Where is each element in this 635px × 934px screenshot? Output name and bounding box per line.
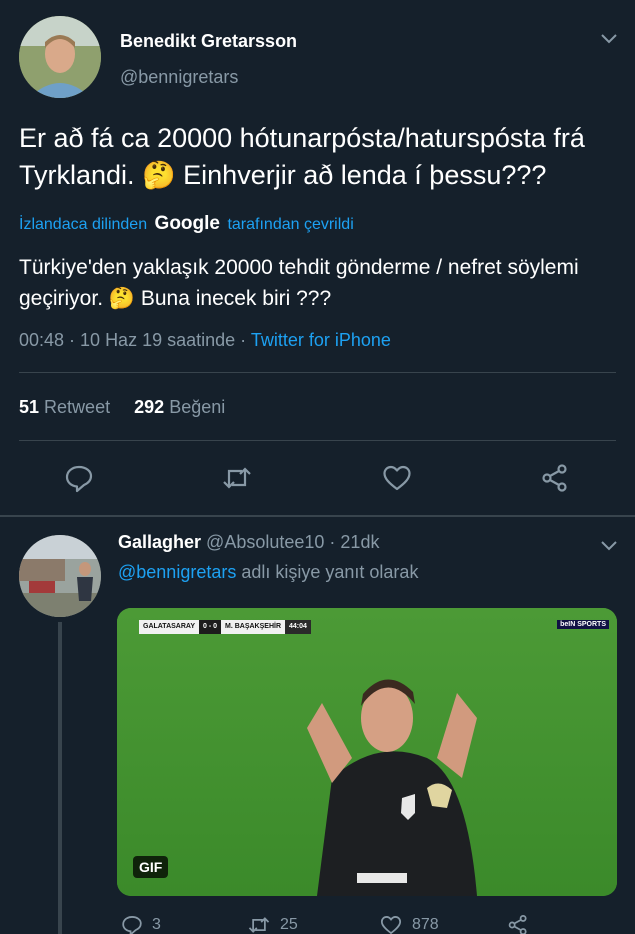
avatar[interactable] xyxy=(19,16,101,98)
tweet-stats: 51 Retweet 292 Beğeni xyxy=(19,397,225,418)
retweet-count: 25 xyxy=(280,916,298,933)
divider xyxy=(19,440,616,441)
reply-author-name[interactable]: Gallagher xyxy=(118,532,201,552)
mention-link[interactable]: @bennigretars xyxy=(118,562,236,582)
gif-media[interactable]: GALATASARAY 0 - 0 M. BAŞAKŞEHİR 44:04 be… xyxy=(117,608,617,896)
divider xyxy=(19,372,616,373)
like-action[interactable]: 878 xyxy=(378,914,439,934)
tweet-meta: 00:48 · 10 Haz 19 saatinde · Twitter for… xyxy=(19,330,391,351)
replying-to: @bennigretars adlı kişiye yanıt olarak xyxy=(118,562,418,583)
like-label[interactable]: Beğeni xyxy=(169,397,225,417)
reply-header: Gallagher @Absolutee10 · 21dk xyxy=(118,532,379,553)
source-link[interactable]: Twitter for iPhone xyxy=(251,330,391,350)
reply-count: 3 xyxy=(152,916,161,933)
heart-icon[interactable] xyxy=(378,914,404,934)
reply-avatar[interactable] xyxy=(19,535,101,617)
author-handle[interactable]: @bennigretars xyxy=(120,67,238,88)
replying-to-label: adlı kişiye yanıt olarak xyxy=(241,562,419,582)
channel-logo: beIN SPORTS xyxy=(557,620,609,629)
heart-icon[interactable] xyxy=(382,463,412,493)
like-count: 878 xyxy=(412,916,439,933)
tweet-separator xyxy=(0,515,635,517)
gif-scoreboard: GALATASARAY 0 - 0 M. BAŞAKŞEHİR 44:04 xyxy=(139,620,311,634)
tweet-text: Er að fá ca 20000 hótunarpósta/haturspós… xyxy=(19,123,585,190)
match-score: 0 - 0 xyxy=(198,620,221,634)
gif-badge: GIF xyxy=(133,856,169,878)
author-name[interactable]: Benedikt Gretarsson xyxy=(120,31,297,52)
translation-attribution[interactable]: İzlandaca dilinden Google tarafından çev… xyxy=(19,213,354,235)
google-logo: Google xyxy=(154,213,220,234)
share-icon[interactable] xyxy=(540,463,570,493)
like-count[interactable]: 292 xyxy=(134,397,164,417)
retweet-icon[interactable] xyxy=(246,914,272,934)
match-clock: 44:04 xyxy=(285,620,311,634)
reply-author-handle[interactable]: @Absolutee10 xyxy=(206,532,324,552)
home-team: GALATASARAY xyxy=(139,620,199,634)
reply-icon[interactable] xyxy=(120,914,144,934)
reply-action[interactable]: 3 xyxy=(120,914,161,934)
retweet-label[interactable]: Retweet xyxy=(44,397,110,417)
share-icon[interactable] xyxy=(506,914,530,934)
retweet-action[interactable]: 25 xyxy=(246,914,298,934)
chevron-down-icon[interactable] xyxy=(599,28,619,48)
share-action[interactable] xyxy=(506,914,530,934)
timestamp: 00:48 · 10 Haz 19 saatinde · xyxy=(19,330,251,350)
translation-suffix: tarafından çevrildi xyxy=(227,216,354,233)
reply-time: · 21dk xyxy=(329,532,380,552)
translated-text: Türkiye'den yaklaşık 20000 tehdit gönder… xyxy=(19,256,579,310)
away-team: M. BAŞAKŞEHİR xyxy=(221,620,286,634)
retweet-count[interactable]: 51 xyxy=(19,397,39,417)
chevron-down-icon[interactable] xyxy=(599,535,619,555)
retweet-icon[interactable] xyxy=(222,463,252,493)
thread-line xyxy=(58,622,62,934)
reply-actions: 3 25 878 xyxy=(118,912,618,934)
translation-prefix: İzlandaca dilinden xyxy=(19,216,148,233)
reply-icon[interactable] xyxy=(64,463,94,493)
